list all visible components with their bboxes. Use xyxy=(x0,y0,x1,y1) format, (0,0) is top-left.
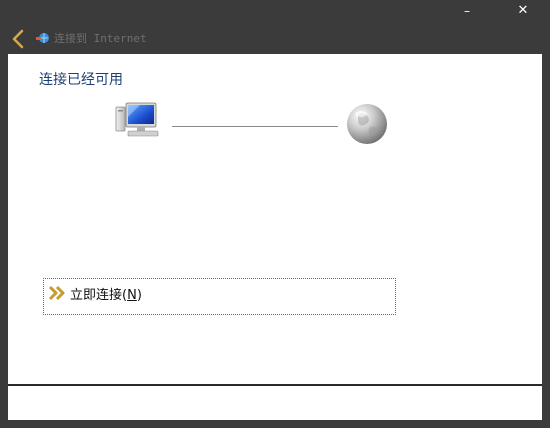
nav-title-label: 连接到 Internet xyxy=(54,32,147,45)
internet-globe-icon xyxy=(347,104,387,144)
minimize-button[interactable]: – xyxy=(456,2,478,20)
network-globe-icon xyxy=(36,33,49,43)
connect-now-label: 立即连接(N) xyxy=(70,288,142,303)
footer-panel xyxy=(8,386,542,420)
nav-title: 连接到 Internet xyxy=(36,30,147,46)
main-content: 连接已经可用 立即连接(N) xyxy=(8,54,542,384)
connect-to-internet-window: – ✕ 连接到 Internet 连接已经可用 立即连接(N) xyxy=(0,0,550,428)
connect-now-link[interactable]: 立即连接(N) xyxy=(43,278,396,315)
close-button[interactable]: ✕ xyxy=(512,2,534,20)
back-button[interactable] xyxy=(8,27,30,51)
title-bar: – ✕ 连接到 Internet xyxy=(0,0,550,54)
connection-line xyxy=(172,126,338,127)
double-chevron-right-icon xyxy=(48,285,65,301)
accelerator-key: N xyxy=(127,288,137,303)
computer-icon xyxy=(115,102,159,137)
chevron-left-icon xyxy=(12,29,24,49)
page-heading: 连接已经可用 xyxy=(39,72,123,88)
